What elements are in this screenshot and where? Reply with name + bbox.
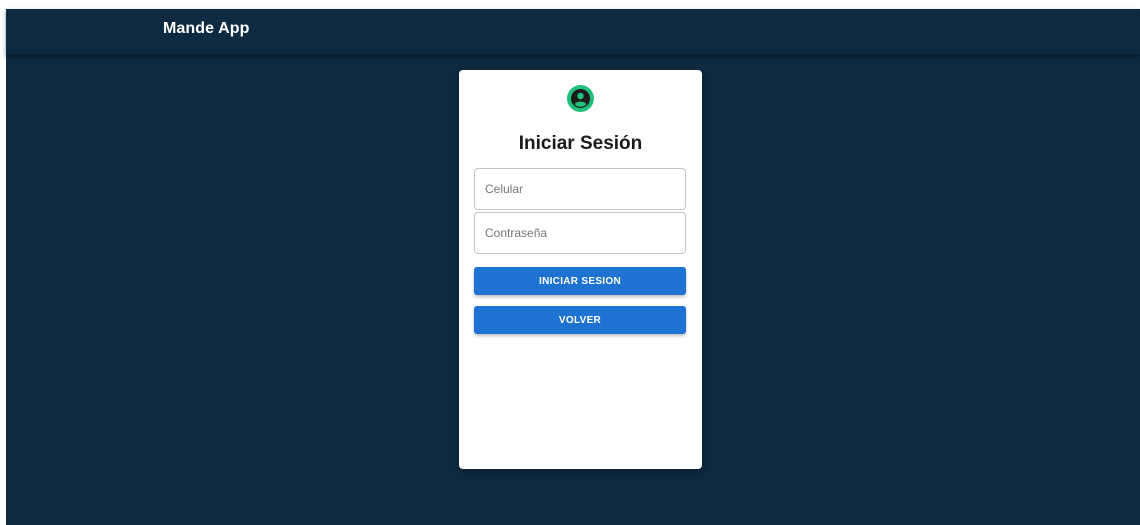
- login-title: Iniciar Sesión: [518, 133, 643, 154]
- phone-input[interactable]: [475, 169, 685, 209]
- app-window: Mande App Iniciar Sesión INICIAR SESION …: [6, 9, 1140, 525]
- app-title: Mande App: [163, 20, 250, 37]
- account-circle-icon: [567, 85, 594, 112]
- phone-field: [474, 168, 686, 210]
- login-button[interactable]: INICIAR SESION: [474, 267, 686, 295]
- password-field: [474, 212, 686, 254]
- password-input[interactable]: [475, 213, 685, 253]
- login-card: Iniciar Sesión INICIAR SESION VOLVER: [459, 70, 702, 469]
- back-button[interactable]: VOLVER: [474, 306, 686, 334]
- app-bar: Mande App: [6, 9, 1140, 55]
